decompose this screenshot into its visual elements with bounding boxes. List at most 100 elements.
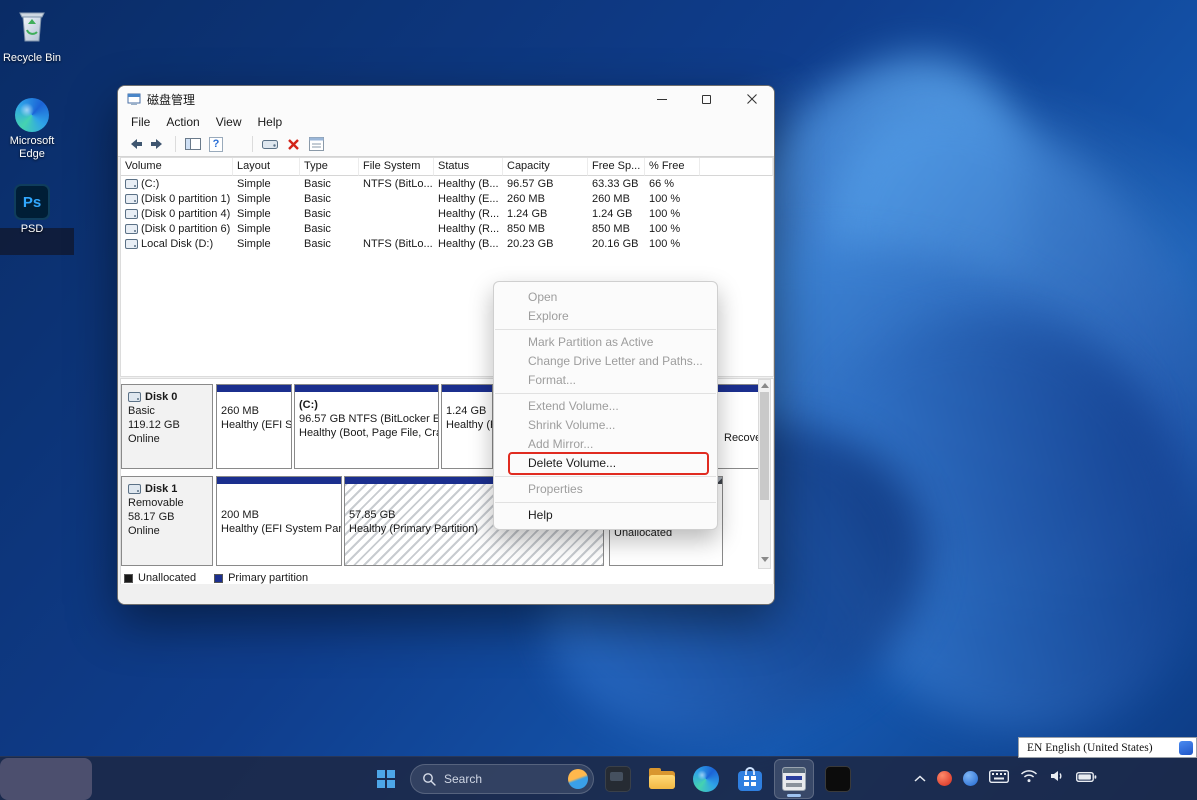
menu-action[interactable]: Action [158,113,207,131]
cell-filesystem: NTFS (BitLo... [363,177,433,190]
cell-layout: Simple [237,192,271,205]
column-header-status[interactable]: Status [434,158,503,176]
close-button[interactable] [729,86,774,112]
taskbar-app-dark[interactable] [598,759,638,799]
menu-help[interactable]: Help [250,113,291,131]
scrollbar[interactable] [758,379,771,569]
volume-button[interactable] [1049,769,1065,788]
disk-kind: Basic [128,405,155,417]
column-header-filler [700,158,773,176]
forward-button[interactable] [149,135,167,153]
disk-name: Disk 1 [145,483,178,495]
cell-status: Healthy (E... [438,192,499,205]
tray-app-blue-icon[interactable] [963,771,978,786]
desktop-icon-psd[interactable]: Ps PSD [0,184,64,236]
desktop-icon-edge[interactable]: Microsoft Edge [0,98,64,161]
delete-volume-button[interactable] [284,135,302,153]
cell-filesystem: NTFS (BitLo... [363,237,433,250]
taskbar-disk-management[interactable] [774,758,814,799]
menu-item-delete-volume[interactable]: Delete Volume... [494,452,717,475]
back-button[interactable] [126,135,144,153]
partition-status: Healthy (EFI System Part [221,523,342,535]
close-icon [746,94,757,104]
recycle-bin-icon [19,12,45,42]
search-highlight-icon[interactable] [568,768,588,789]
speaker-icon [1051,771,1062,781]
menu-item-help[interactable]: Help [494,506,717,525]
partition-disk1-efi[interactable]: 200 MB Healthy (EFI System Part [216,476,342,566]
column-header-volume[interactable]: Volume [121,158,233,176]
partition-size: 1.24 GB [446,405,487,417]
window-statusbar [118,584,774,604]
menu-item-change-drive-letter: Change Drive Letter and Paths... [528,354,703,368]
partition-disk0-recovery1[interactable]: 1.24 GB Healthy (R [441,384,493,469]
cell-capacity: 20.23 GB [507,237,554,250]
start-button[interactable] [366,759,406,799]
column-header-type[interactable]: Type [300,158,359,176]
disk-name: Disk 0 [145,391,178,403]
touch-keyboard-button[interactable] [988,769,1010,788]
taskbar-store[interactable] [730,759,770,799]
column-header-capacity[interactable]: Capacity [503,158,588,176]
ime-icon[interactable] [1179,740,1193,755]
column-header-filesystem[interactable]: File System [359,158,434,176]
cell-type: Basic [304,237,331,250]
disk1-label-panel[interactable]: Disk 1 Removable 58.17 GB Online [121,476,213,566]
table-row[interactable]: (Disk 0 partition 1) Simple Basic Health… [121,191,773,206]
disk-kind: Removable [128,497,184,509]
cell-percentfree: 100 % [649,237,681,250]
toolbar: ? [118,132,774,157]
search-box[interactable]: Search [410,763,594,794]
language-bar-text: EN English (United States) [1027,741,1153,754]
table-row[interactable]: (Disk 0 partition 6) Simple Basic Health… [121,221,773,236]
disk-properties-button[interactable] [261,135,279,153]
taskbar-terminal[interactable] [818,759,858,799]
menu-bar: File Action View Help [118,112,774,132]
cell-layout: Simple [237,207,271,220]
delete-x-icon [287,138,299,150]
partition-color-bar [217,385,291,392]
unallocated-legend-swatch [124,573,133,583]
taskbar-file-explorer[interactable] [642,759,682,799]
terminal-icon [825,765,851,792]
tray-app-red-icon[interactable] [937,771,952,786]
menu-view[interactable]: View [208,113,250,131]
drive-icon [262,139,278,149]
network-button[interactable] [1020,769,1038,788]
table-row[interactable]: (Disk 0 partition 4) Simple Basic Health… [121,206,773,221]
partition-size: 200 MB [221,509,259,521]
table-row[interactable]: Local Disk (D:) Simple Basic NTFS (BitLo… [121,236,773,251]
scrollbar-thumb[interactable] [760,392,769,500]
console-tree-button[interactable] [184,135,202,153]
desktop-icon-recycle-bin[interactable]: Recycle Bin [0,6,64,65]
back-icon [131,139,142,149]
disk0-label-panel[interactable]: Disk 0 Basic 119.12 GB Online [121,384,213,469]
partition-status: Recove [724,432,761,444]
properties-list-button[interactable] [307,135,325,153]
table-row[interactable]: (C:) Simple Basic NTFS (BitLo... Healthy… [121,176,773,191]
minimize-button[interactable] [639,86,684,112]
keyboard-icon [988,769,1010,783]
column-header-layout[interactable]: Layout [233,158,300,176]
taskbar-edge[interactable] [686,759,726,799]
photoshop-icon: Ps [14,184,50,220]
column-header-freespace[interactable]: Free Sp... [588,158,645,176]
volume-icon [125,193,138,204]
window-titlebar[interactable]: 磁盘管理 [118,86,774,112]
tray-overflow-button[interactable] [914,770,926,788]
menu-file[interactable]: File [123,113,158,131]
cell-capacity: 850 MB [507,222,545,235]
battery-button[interactable] [1075,770,1097,788]
partition-disk0-c[interactable]: (C:) 96.57 GB NTFS (BitLocker Encr Healt… [294,384,439,469]
partition-disk0-efi[interactable]: 260 MB Healthy (EFI S [216,384,292,469]
column-header-percentfree[interactable]: % Free [645,158,700,176]
cell-type: Basic [304,222,331,235]
cell-type: Basic [304,177,331,190]
menu-item-add-mirror: Add Mirror... [528,437,594,451]
help-button[interactable]: ? [207,135,225,153]
partition-size: 260 MB [221,405,259,417]
maximize-button[interactable] [684,86,729,112]
partition-status: Healthy (Boot, Page File, Crash [299,427,439,439]
language-bar[interactable]: EN English (United States) [1018,737,1197,758]
desktop-icon-label: Recycle Bin [2,52,62,64]
